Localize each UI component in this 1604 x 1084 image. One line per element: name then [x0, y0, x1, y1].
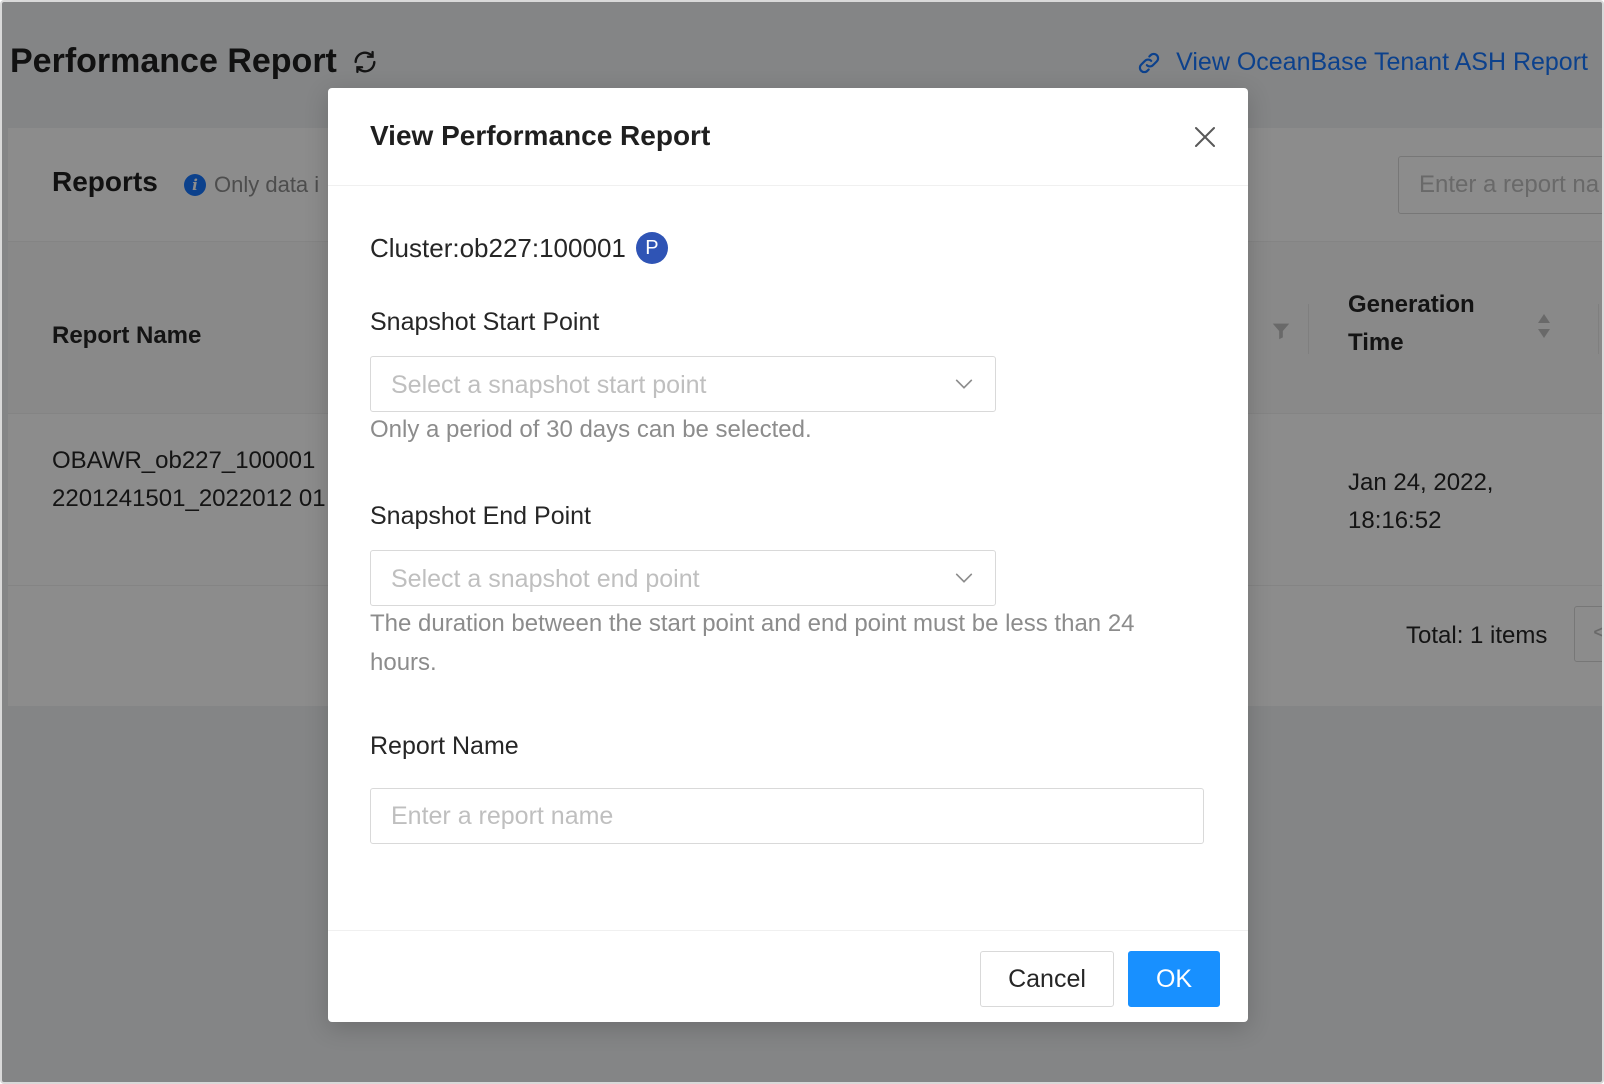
snapshot-end-help: The duration between the start point and…	[370, 610, 1135, 676]
cluster-name: Cluster:ob227:100001	[370, 232, 626, 263]
primary-badge: P	[635, 232, 668, 264]
close-button[interactable]	[1188, 120, 1222, 154]
chevron-down-icon	[955, 379, 973, 389]
snapshot-start-placeholder: Select a snapshot start point	[391, 371, 707, 399]
snapshot-start-help: Only a period of 30 days can be selected…	[370, 416, 812, 443]
view-report-modal: View Performance Report Cluster:ob227:10…	[328, 88, 1248, 1022]
snapshot-start-label: Snapshot Start Point	[370, 308, 600, 336]
cluster-info: Cluster:ob227:100001 P	[370, 232, 668, 264]
snapshot-start-select[interactable]: Select a snapshot start point	[370, 356, 996, 412]
chevron-down-icon	[955, 573, 973, 583]
snapshot-end-select[interactable]: Select a snapshot end point	[370, 550, 996, 606]
cancel-button[interactable]: Cancel	[980, 951, 1114, 1007]
close-icon	[1195, 127, 1215, 147]
modal-header: View Performance Report	[328, 88, 1248, 186]
modal-title: View Performance Report	[370, 120, 711, 151]
snapshot-end-placeholder: Select a snapshot end point	[391, 565, 700, 593]
app-window: Performance Report View OceanBase Tenant…	[0, 0, 1604, 1084]
ok-button[interactable]: OK	[1128, 951, 1220, 1007]
report-name-input[interactable]	[370, 788, 1204, 844]
snapshot-end-label: Snapshot End Point	[370, 502, 591, 530]
modal-footer: Cancel OK	[328, 930, 1248, 1024]
report-name-label: Report Name	[370, 732, 519, 760]
